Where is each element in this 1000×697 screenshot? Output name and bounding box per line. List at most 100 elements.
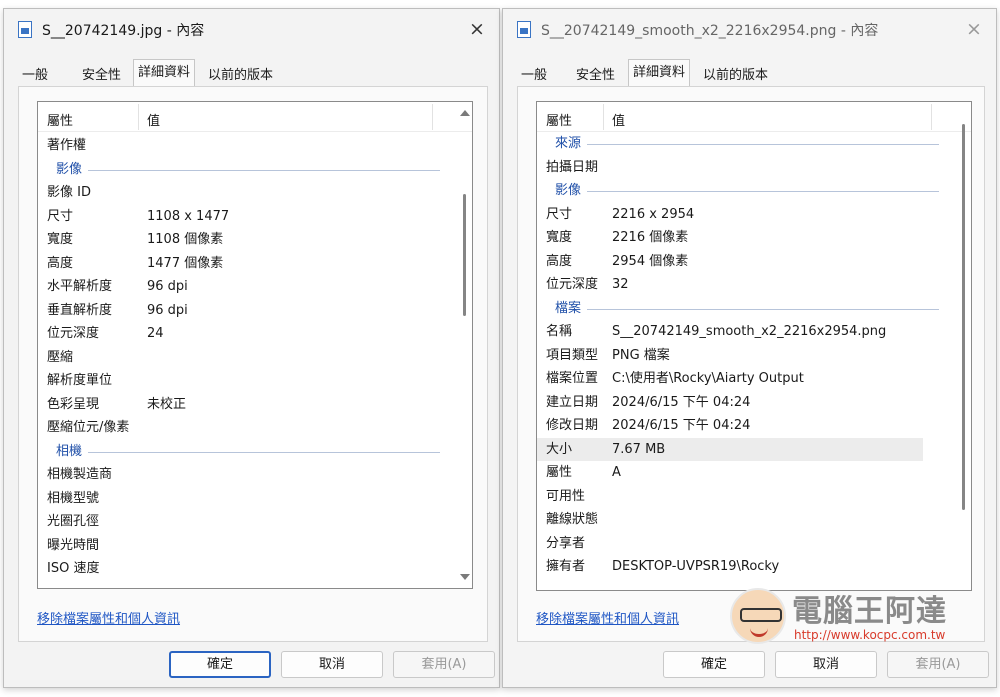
property-name: 尺寸	[47, 208, 74, 224]
ok-button[interactable]: 確定	[169, 651, 271, 678]
apply-button[interactable]: 套用(A)	[887, 651, 989, 678]
vertical-scrollbar[interactable]	[957, 102, 971, 590]
property-row[interactable]: 大小 7.67 MB	[537, 437, 923, 461]
property-value: PNG 檔案	[612, 347, 670, 363]
site-watermark: 電腦王阿達 http://www.kocpc.com.tw	[730, 586, 988, 648]
property-value: 2024/6/15 下午 04:24	[612, 418, 751, 433]
tab-details[interactable]: 詳細資料	[628, 59, 691, 87]
column-divider[interactable]	[931, 104, 932, 130]
property-value: A	[612, 465, 621, 480]
column-divider[interactable]	[603, 104, 604, 130]
watermark-url: http://www.kocpc.com.tw	[794, 628, 946, 642]
property-row[interactable]: 高度 2954 個像素	[537, 250, 971, 273]
property-row[interactable]: 檔案位置 C:\使用者\Rocky\Aiarty Output	[537, 367, 971, 390]
property-row[interactable]: 寬度 2216 個像素	[537, 226, 971, 249]
property-row[interactable]: 屬性 A	[537, 461, 971, 484]
column-header-property[interactable]: 屬性	[546, 110, 572, 129]
property-row[interactable]: 項目類型 PNG 檔案	[537, 344, 971, 367]
property-row[interactable]: 解析度單位	[38, 369, 472, 392]
group-header[interactable]: 來源	[537, 132, 971, 155]
property-value: 未校正	[147, 396, 187, 412]
property-row[interactable]: 曝光時間	[38, 534, 472, 557]
property-row[interactable]: 分享者	[537, 532, 971, 555]
property-row[interactable]: 寬度 1108 個像素	[38, 228, 472, 251]
group-header[interactable]: 影像	[38, 158, 472, 181]
group-divider	[88, 169, 440, 171]
watermark-title: 電腦王阿達	[792, 594, 947, 629]
column-header-value[interactable]: 值	[147, 110, 160, 129]
tab-previous-versions[interactable]: 以前的版本	[204, 65, 277, 87]
property-row[interactable]: 名稱 S__20742149_smooth_x2_2216x2954.png	[537, 320, 971, 343]
property-row[interactable]: 壓縮位元/像素	[38, 416, 472, 439]
column-divider[interactable]	[138, 104, 139, 130]
property-name: 修改日期	[546, 418, 599, 433]
group-header[interactable]: 相機	[38, 440, 472, 463]
property-value: 96 dpi	[147, 279, 188, 294]
close-button[interactable]: ×	[463, 15, 491, 43]
property-row[interactable]: 擁有者 DESKTOP-UVPSR19\Rocky	[537, 555, 971, 578]
column-header-property[interactable]: 屬性	[47, 110, 73, 129]
close-button[interactable]: ×	[960, 15, 988, 43]
window-title: S__20742149.jpg - 內容	[42, 23, 205, 39]
property-value: 2024/6/15 下午 04:24	[612, 394, 751, 410]
property-row[interactable]: 尺寸 2216 x 2954	[537, 203, 971, 226]
property-row[interactable]: 修改日期 2024/6/15 下午 04:24	[537, 414, 971, 437]
property-list[interactable]: 屬性 值 著作權 影像 影像 ID 尺寸 1108 x 1477 寬度 1108 個像素 高度…	[37, 101, 473, 589]
property-row[interactable]: 離線狀態	[537, 508, 971, 531]
ok-button[interactable]: 確定	[663, 651, 765, 678]
scroll-down-icon[interactable]	[460, 574, 470, 580]
property-row[interactable]: 光圈孔徑	[38, 510, 472, 533]
property-row[interactable]: 相機型號	[38, 487, 472, 510]
column-header-value[interactable]: 值	[612, 110, 625, 129]
property-row[interactable]: 相機製造商	[38, 463, 472, 486]
tab-general[interactable]: 一般	[18, 65, 52, 87]
scrollbar-thumb[interactable]	[463, 194, 466, 316]
list-header: 屬性 值	[38, 102, 472, 132]
property-row[interactable]: ISO 速度	[38, 557, 472, 580]
title-bar[interactable]: S__20742149_smooth_x2_2216x2954.png - 內容…	[503, 9, 996, 49]
scrollbar-thumb[interactable]	[962, 124, 965, 510]
property-row[interactable]: 壓縮	[38, 346, 472, 369]
property-row[interactable]: 可用性	[537, 485, 971, 508]
tab-details[interactable]: 詳細資料	[133, 59, 196, 87]
property-name: 寬度	[546, 230, 573, 245]
tab-general[interactable]: 一般	[517, 65, 551, 87]
property-row[interactable]: 垂直解析度 96 dpi	[38, 299, 472, 322]
property-row[interactable]: 色彩呈現 未校正	[38, 393, 472, 416]
property-row[interactable]: 水平解析度 96 dpi	[38, 275, 472, 298]
property-value: 96 dpi	[147, 302, 188, 318]
property-name: 壓縮位元/像素	[47, 420, 130, 435]
property-value: 1477 個像素	[147, 255, 224, 271]
property-row[interactable]: 尺寸 1108 x 1477	[38, 205, 472, 228]
property-value: DESKTOP-UVPSR19\Rocky	[612, 559, 780, 574]
property-row[interactable]: 拍攝日期	[537, 156, 971, 179]
cancel-button[interactable]: 取消	[775, 651, 877, 678]
group-divider	[88, 451, 440, 453]
column-divider[interactable]	[432, 104, 433, 130]
property-row[interactable]: 位元深度 32	[537, 273, 971, 296]
tab-security[interactable]: 安全性	[78, 65, 125, 87]
property-row[interactable]: 高度 1477 個像素	[38, 252, 472, 275]
details-panel: 屬性 值 來源 拍攝日期 影像 尺寸 2216 x 2954 寬度 2216 個像素高度 29…	[517, 86, 985, 642]
group-header[interactable]: 檔案	[537, 297, 971, 320]
property-row[interactable]: 著作權	[38, 134, 472, 157]
property-name: 位元深度	[47, 326, 100, 341]
vertical-scrollbar[interactable]	[458, 102, 472, 588]
property-name: 項目類型	[546, 347, 599, 363]
property-value: 2954 個像素	[612, 253, 689, 269]
property-name: 建立日期	[546, 394, 599, 410]
title-bar[interactable]: S__20742149.jpg - 內容 ×	[4, 9, 499, 49]
property-row[interactable]: 建立日期 2024/6/15 下午 04:24	[537, 391, 971, 414]
property-row[interactable]: 影像 ID	[38, 181, 472, 204]
scroll-up-icon[interactable]	[460, 110, 470, 116]
apply-button[interactable]: 套用(A)	[393, 651, 495, 678]
property-row[interactable]: 位元深度 24	[38, 322, 472, 345]
property-list[interactable]: 屬性 值 來源 拍攝日期 影像 尺寸 2216 x 2954 寬度 2216 個像素高度 29…	[536, 101, 972, 591]
remove-properties-link[interactable]: 移除檔案屬性和個人資訊	[536, 608, 679, 627]
remove-properties-link[interactable]: 移除檔案屬性和個人資訊	[37, 608, 180, 627]
cancel-button[interactable]: 取消	[281, 651, 383, 678]
group-header[interactable]: 影像	[537, 179, 971, 202]
property-name: 高度	[546, 253, 573, 269]
tab-security[interactable]: 安全性	[572, 65, 619, 87]
tab-previous-versions[interactable]: 以前的版本	[699, 65, 772, 87]
